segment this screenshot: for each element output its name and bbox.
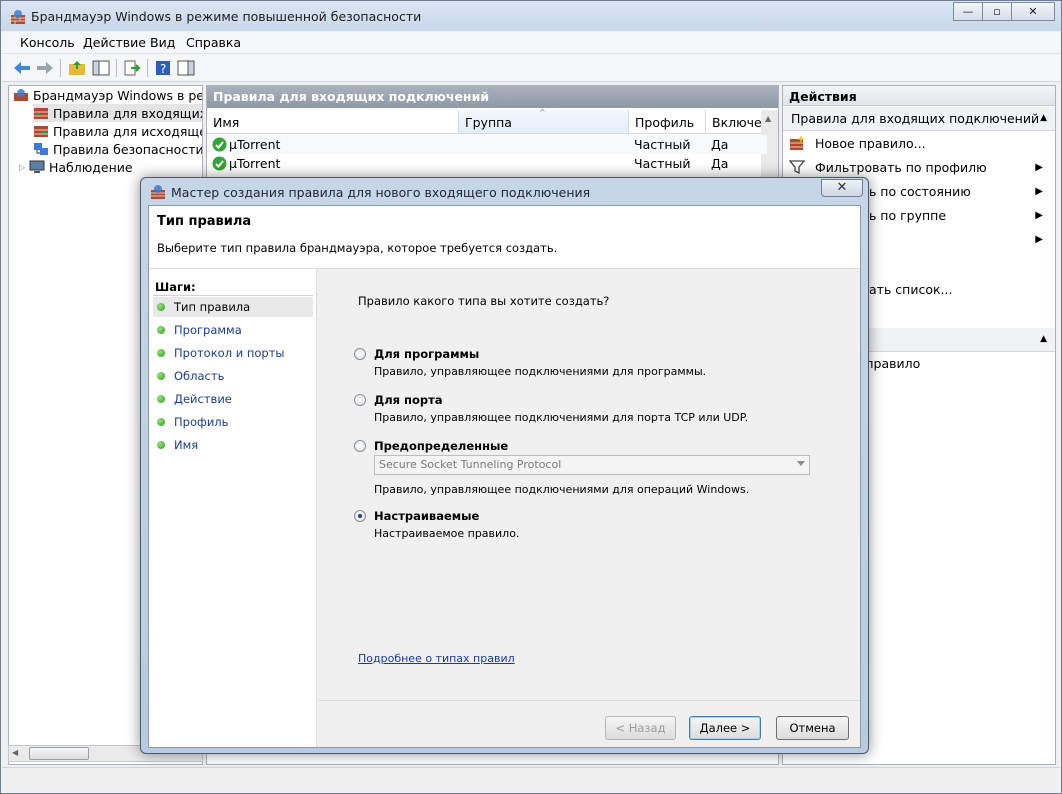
column-header-enabled[interactable]: Включен <box>706 110 770 134</box>
step-dot-icon <box>157 418 165 426</box>
back-arrow-icon[interactable] <box>11 57 33 79</box>
chevron-down-icon <box>797 461 805 466</box>
tree-root[interactable]: Брандмауэр Windows в режим <box>13 86 202 104</box>
toolbar: ? <box>2 54 1060 82</box>
up-folder-icon[interactable] <box>66 57 88 79</box>
tree-item-security-rules[interactable]: Правила безопасности по, <box>33 140 202 158</box>
step-program[interactable]: Программа <box>153 320 313 340</box>
question-text: Правило какого типа вы хотите создать? <box>358 294 610 308</box>
help-icon[interactable]: ? <box>152 57 174 79</box>
action-filter-by-profile[interactable]: Фильтровать по профилю ▶ <box>789 157 1051 177</box>
title-bar[interactable]: Брандмауэр Windows в режиме повышенной б… <box>1 1 1061 31</box>
radio-port[interactable] <box>354 394 366 406</box>
show-hide-action-pane-icon[interactable] <box>175 57 197 79</box>
back-button[interactable]: < Назад <box>605 716 676 740</box>
submenu-arrow-icon: ▶ <box>1035 209 1043 221</box>
step-dot-icon <box>157 303 165 311</box>
submenu-arrow-icon: ▶ <box>1035 185 1043 197</box>
step-scope[interactable]: Область <box>153 366 313 386</box>
column-header-name[interactable]: Имя <box>207 110 459 134</box>
column-header-profile[interactable]: Профиль <box>629 110 706 134</box>
step-dot-icon <box>157 326 165 334</box>
next-button[interactable]: Далее > <box>689 716 761 740</box>
wizard-content: Правило какого типа вы хотите создать? Д… <box>318 269 860 700</box>
action-new-rule[interactable]: Новое правило... <box>789 133 1051 153</box>
firewall-icon <box>11 10 25 24</box>
submenu-arrow-icon: ▶ <box>1035 233 1043 245</box>
radio-predefined[interactable] <box>354 440 366 452</box>
expand-arrow-icon[interactable]: ▷ <box>19 163 29 172</box>
allow-check-icon <box>212 156 227 171</box>
wizard-steps: Шаги: Тип правила Программа Протокол и п… <box>149 269 317 747</box>
menu-bar: Консоль Действие Вид Справка <box>2 32 1060 54</box>
menu-help[interactable]: Справка <box>186 35 241 50</box>
restore-button[interactable]: ▫ <box>982 2 1012 21</box>
svg-text:?: ? <box>160 62 166 76</box>
step-dot-icon <box>157 349 165 357</box>
collapse-arrow-icon[interactable]: ▲ <box>1040 113 1047 123</box>
step-rule-type[interactable]: Тип правила <box>153 297 313 317</box>
step-profile[interactable]: Профиль <box>153 412 313 432</box>
step-protocol-ports[interactable]: Протокол и порты <box>153 343 313 363</box>
table-row[interactable]: µTorrent Частный Да <box>207 154 767 173</box>
show-hide-tree-icon[interactable] <box>90 57 112 79</box>
menu-console[interactable]: Консоль <box>20 35 75 50</box>
inbound-rules-icon <box>34 108 48 119</box>
forward-arrow-icon[interactable] <box>34 57 56 79</box>
tree-item-outbound-rules[interactable]: Правила для исходящего п <box>33 122 202 140</box>
steps-label: Шаги: <box>155 280 196 294</box>
connection-security-icon <box>34 143 48 155</box>
step-name[interactable]: Имя <box>153 435 313 455</box>
minimize-button[interactable]: — <box>953 2 983 21</box>
status-bar <box>2 767 1060 793</box>
table-row[interactable]: µTorrent Частный Да <box>207 135 767 154</box>
window-controls: — ▫ ✕ <box>953 2 1055 21</box>
predefined-rule-select[interactable]: Secure Socket Tunneling Protocol <box>374 455 810 475</box>
wizard-footer: < Назад Далее > Отмена <box>318 700 860 747</box>
dialog-close-button[interactable]: ✕ <box>821 179 863 197</box>
dialog-title: Мастер создания правила для нового входя… <box>171 185 591 200</box>
new-rule-icon <box>790 135 805 150</box>
window-title: Брандмауэр Windows в режиме повышенной б… <box>31 9 422 24</box>
firewall-icon <box>151 185 165 199</box>
dialog-header: Тип правила Выберите тип правила брандма… <box>149 206 860 269</box>
dialog-body: Тип правила Выберите тип правила брандма… <box>148 205 861 748</box>
actions-section-inbound[interactable]: Правила для входящих подключений ▲ <box>783 107 1055 131</box>
step-action[interactable]: Действие <box>153 389 313 409</box>
learn-more-link[interactable]: Подробнее о типах правил <box>358 652 515 665</box>
filter-icon <box>789 160 805 175</box>
export-list-icon[interactable] <box>121 57 143 79</box>
tree-item-inbound-rules[interactable]: Правила для входящих по, <box>33 104 202 122</box>
actions-header: Действия <box>783 86 1055 106</box>
new-rule-wizard-dialog: Мастер создания правила для нового входя… <box>140 177 869 754</box>
step-dot-icon <box>157 395 165 403</box>
page-title: Тип правила <box>157 214 252 229</box>
sort-arrow-icon: ^ <box>539 108 546 117</box>
page-subtitle: Выберите тип правила брандмауэра, которо… <box>157 241 558 255</box>
step-dot-icon <box>157 372 165 380</box>
menu-view[interactable]: Вид <box>150 35 175 50</box>
tree-item-monitoring[interactable]: ▷ Наблюдение <box>19 158 133 176</box>
firewall-icon <box>14 89 28 101</box>
collapse-arrow-icon[interactable]: ▲ <box>1040 334 1047 344</box>
rules-pane-header: Правила для входящих подключений <box>207 86 778 108</box>
cancel-button[interactable]: Отмена <box>776 716 849 740</box>
radio-program[interactable] <box>354 348 366 360</box>
radio-custom[interactable] <box>354 510 366 522</box>
menu-action[interactable]: Действие <box>83 35 146 50</box>
outbound-rules-icon <box>34 126 48 137</box>
monitoring-icon <box>29 160 45 173</box>
allow-check-icon <box>212 137 227 152</box>
close-button[interactable]: ✕ <box>1011 2 1055 21</box>
step-dot-icon <box>157 441 165 449</box>
submenu-arrow-icon: ▶ <box>1035 161 1043 173</box>
